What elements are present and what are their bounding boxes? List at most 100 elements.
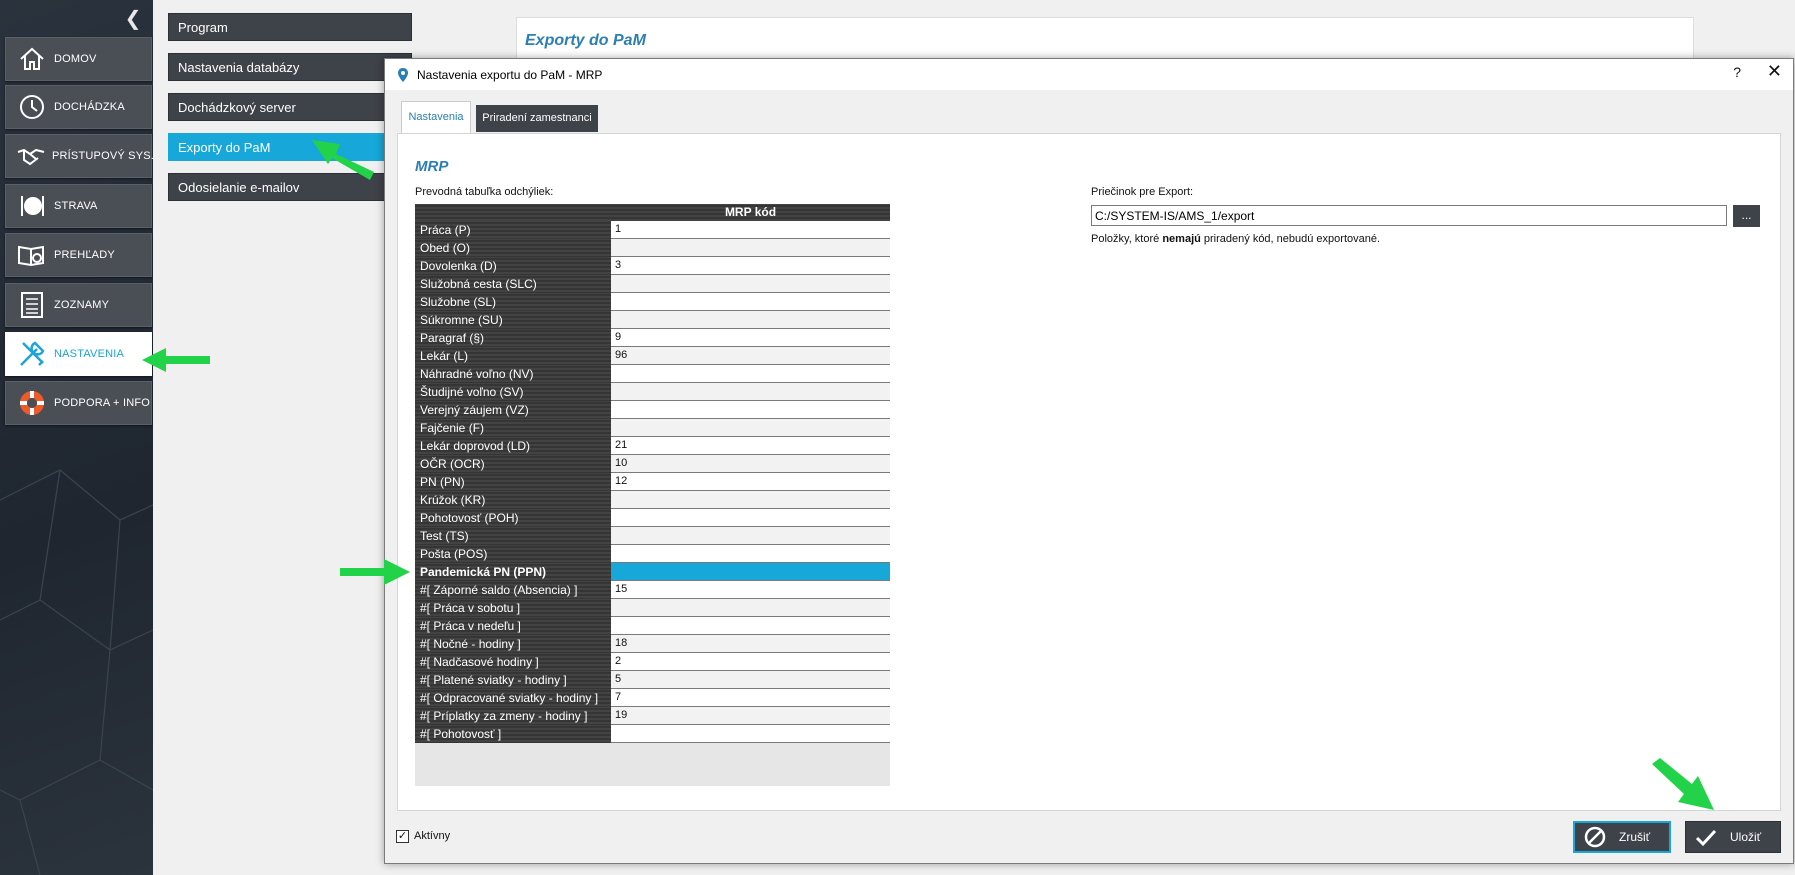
mrp-code-cell[interactable]: 3 xyxy=(611,257,890,275)
table-row[interactable]: #[ Pohotovosť ] xyxy=(415,725,890,743)
mrp-code-cell[interactable] xyxy=(611,509,890,527)
checkmark-icon xyxy=(1695,829,1717,847)
table-row[interactable]: Paragraf (§) 9 xyxy=(415,329,890,347)
table-row[interactable]: Pandemická PN (PPN) xyxy=(415,563,890,581)
collapse-sidebar-chevron-icon[interactable]: ❮ xyxy=(122,7,144,29)
table-row[interactable]: Náhradné voľno (NV) xyxy=(415,365,890,383)
mrp-code-cell[interactable]: 21 xyxy=(611,437,890,455)
close-button[interactable]: ✕ xyxy=(1767,61,1782,82)
table-row[interactable]: Lekár doprovod (LD) 21 xyxy=(415,437,890,455)
deviation-name-cell: #[ Príplatky za zmeny - hodiny ] xyxy=(415,707,611,725)
table-row[interactable]: #[ Záporné saldo (Absencia) ] 15 xyxy=(415,581,890,599)
table-row[interactable]: Pošta (POS) xyxy=(415,545,890,563)
mrp-code-cell[interactable] xyxy=(611,293,890,311)
table-row[interactable]: OČR (OCR) 10 xyxy=(415,455,890,473)
settings-tab-panel: MRP Prevodná tabuľka odchýliek: MRP kód … xyxy=(397,133,1781,811)
table-header: MRP kód xyxy=(415,204,890,221)
mrp-code-cell[interactable] xyxy=(611,311,890,329)
table-row[interactable]: #[ Platené sviatky - hodiny ] 5 xyxy=(415,671,890,689)
table-row[interactable]: #[ Nočné - hodiny ] 18 xyxy=(415,635,890,653)
mrp-code-cell[interactable]: 1 xyxy=(611,221,890,239)
table-row[interactable]: Služobne (SL) xyxy=(415,293,890,311)
deviation-name-cell: OČR (OCR) xyxy=(415,455,611,473)
table-row[interactable]: #[ Príplatky za zmeny - hodiny ] 19 xyxy=(415,707,890,725)
table-row[interactable]: #[ Práca v nedeľu ] xyxy=(415,617,890,635)
table-row[interactable]: Služobná cesta (SLC) xyxy=(415,275,890,293)
green-arrow-icon xyxy=(340,559,410,585)
table-row[interactable]: Fajčenie (F) xyxy=(415,419,890,437)
mrp-code-cell[interactable]: 10 xyxy=(611,455,890,473)
deviation-name-cell: #[ Nadčasové hodiny ] xyxy=(415,653,611,671)
dialog-titlebar[interactable]: Nastavenia exportu do PaM - MRP ? ✕ xyxy=(385,59,1793,90)
mrp-code-cell[interactable] xyxy=(611,365,890,383)
mrp-code-cell[interactable]: 18 xyxy=(611,635,890,653)
table-row[interactable]: Pohotovosť (POH) xyxy=(415,509,890,527)
tab-nastavenia[interactable]: Nastavenia xyxy=(401,101,471,134)
page-header: Exporty do PaM xyxy=(516,17,1694,59)
mrp-code-cell[interactable] xyxy=(611,545,890,563)
table-row[interactable]: Dovolenka (D) 3 xyxy=(415,257,890,275)
mrp-code-cell[interactable] xyxy=(611,725,890,743)
export-folder-input[interactable] xyxy=(1091,205,1727,226)
mrp-code-cell[interactable]: 96 xyxy=(611,347,890,365)
tab-priradeni-zamestnanci[interactable]: Priradení zamestnanci xyxy=(476,105,598,132)
save-button-label: Uložiť xyxy=(1730,830,1762,844)
active-checkbox[interactable]: ✓ xyxy=(396,830,409,843)
mrp-code-cell[interactable] xyxy=(611,401,890,419)
mrp-code-cell[interactable]: 12 xyxy=(611,473,890,491)
mrp-code-cell[interactable]: 9 xyxy=(611,329,890,347)
mrp-code-cell[interactable] xyxy=(611,563,890,581)
nav-label: DOMOV xyxy=(54,53,97,65)
table-row[interactable]: #[ Práca v sobotu ] xyxy=(415,599,890,617)
mrp-code-cell[interactable] xyxy=(611,617,890,635)
nav-item-dochadzka[interactable]: DOCHÁDZKA xyxy=(5,85,152,129)
table-row[interactable]: Krúžok (KR) xyxy=(415,491,890,509)
table-row[interactable]: Práca (P) 1 xyxy=(415,221,890,239)
section-title: MRP xyxy=(415,158,449,175)
mrp-code-cell[interactable] xyxy=(611,491,890,509)
table-row[interactable]: #[ Odpracované sviatky - hodiny ] 7 xyxy=(415,689,890,707)
nav-item-nastavenia[interactable]: NASTAVENIA xyxy=(5,332,152,376)
menu-item-nastavenia-databazy[interactable]: Nastavenia databázy xyxy=(168,53,412,81)
menu-item-program[interactable]: Program xyxy=(168,13,412,41)
mrp-code-cell[interactable] xyxy=(611,599,890,617)
cancel-button[interactable]: Zrušiť xyxy=(1573,821,1671,853)
help-button[interactable]: ? xyxy=(1733,64,1741,80)
export-settings-dialog: Nastavenia exportu do PaM - MRP ? ✕ Nast… xyxy=(384,58,1794,864)
mrp-code-cell[interactable] xyxy=(611,239,890,257)
nav-item-podpora-info[interactable]: PODPORA + INFO xyxy=(5,381,152,425)
mrp-code-cell[interactable]: 7 xyxy=(611,689,890,707)
nav-item-prehlady[interactable]: PREHĽADY xyxy=(5,233,152,277)
mrp-code-cell[interactable] xyxy=(611,419,890,437)
table-row[interactable]: Obed (O) xyxy=(415,239,890,257)
nav-item-domov[interactable]: DOMOV xyxy=(5,37,152,81)
nav-item-zoznamy[interactable]: ZOZNAMY xyxy=(5,283,152,327)
mrp-code-cell[interactable] xyxy=(611,275,890,293)
mrp-code-cell[interactable]: 15 xyxy=(611,581,890,599)
mrp-code-cell[interactable]: 5 xyxy=(611,671,890,689)
cancel-button-label: Zrušiť xyxy=(1619,830,1651,844)
save-button[interactable]: Uložiť xyxy=(1685,821,1781,853)
mrp-code-cell[interactable] xyxy=(611,383,890,401)
nav-label: PRÍSTUPOVÝ SYS. xyxy=(52,150,153,162)
table-row[interactable]: #[ Nadčasové hodiny ] 2 xyxy=(415,653,890,671)
table-row[interactable]: PN (PN) 12 xyxy=(415,473,890,491)
nav-item-pristupovy-sys[interactable]: PRÍSTUPOVÝ SYS. xyxy=(5,134,153,178)
mrp-code-cell[interactable] xyxy=(611,527,890,545)
page-title: Exporty do PaM xyxy=(525,32,646,49)
browse-folder-button[interactable]: ... xyxy=(1733,205,1760,227)
main-sidebar: ❮ DOMOV DOCHÁDZKA PRÍSTUPOVÝ SYS. STRAVA… xyxy=(0,0,153,875)
nav-item-strava[interactable]: STRAVA xyxy=(5,184,152,228)
table-row[interactable]: Test (TS) xyxy=(415,527,890,545)
menu-item-dochadzkovy-server[interactable]: Dochádzkový server xyxy=(168,93,412,121)
table-row[interactable]: Verejný záujem (VZ) xyxy=(415,401,890,419)
table-row[interactable]: Súkromne (SU) xyxy=(415,311,890,329)
deviation-name-cell: Študijné voľno (SV) xyxy=(415,383,611,401)
table-row[interactable]: Lekár (L) 96 xyxy=(415,347,890,365)
deviation-name-cell: Pošta (POS) xyxy=(415,545,611,563)
mrp-code-cell[interactable]: 2 xyxy=(611,653,890,671)
table-row[interactable]: Študijné voľno (SV) xyxy=(415,383,890,401)
background-pattern xyxy=(0,469,153,875)
mrp-code-cell[interactable]: 19 xyxy=(611,707,890,725)
export-note-bold: nemajú xyxy=(1162,233,1201,245)
